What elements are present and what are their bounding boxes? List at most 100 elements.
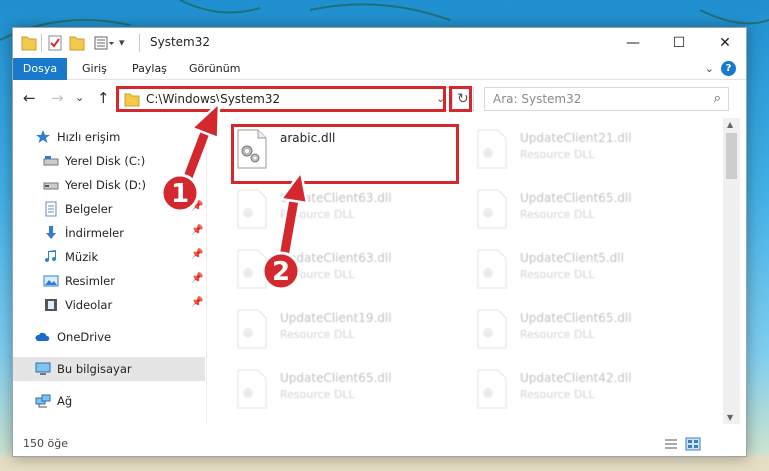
address-highlight-box — [116, 86, 446, 112]
drive-icon — [43, 182, 59, 190]
minimize-button[interactable]: — — [610, 28, 656, 58]
sidebar-item-label: OneDrive — [57, 330, 112, 344]
file-type: Resource DLL — [520, 148, 595, 161]
search-icon[interactable]: ⌕ — [714, 91, 721, 106]
file-name: UpdateClient42.dll — [520, 371, 632, 385]
sidebar-item-label: Yerel Disk (C:) — [65, 154, 146, 168]
pane-splitter[interactable] — [206, 118, 207, 424]
maximize-button[interactable]: ☐ — [656, 28, 702, 58]
tab-giris[interactable]: Giriş — [82, 58, 107, 80]
sidebar-item-videolar[interactable]: Videolar 📌 — [13, 293, 205, 317]
documents-icon — [45, 201, 57, 217]
sidebar-item-disk-c[interactable]: Yerel Disk (C:) — [13, 149, 205, 173]
search-input[interactable]: Ara: System32 — [493, 92, 581, 106]
pin-icon[interactable]: 📌 — [191, 273, 203, 284]
sidebar-item-resimler[interactable]: Resimler 📌 — [13, 269, 205, 293]
sidebar-item-indirmeler[interactable]: İndirmeler 📌 — [13, 221, 205, 245]
file-name: UpdateClient65.dll — [520, 311, 632, 325]
status-bar: 150 öğe — [13, 432, 746, 456]
vertical-scrollbar[interactable]: ▲ ▼ — [723, 118, 740, 424]
scroll-thumb[interactable] — [726, 133, 737, 179]
file-name: UpdateClient65.dll — [280, 371, 392, 385]
navigation-bar: ← → ⌄ ↑ C:\Windows\System32 ⌄ ↻ Ara: Sys… — [13, 80, 746, 118]
sidebar-item-label: Hızlı erişim — [57, 130, 121, 144]
forward-button[interactable]: → — [51, 89, 64, 107]
sidebar-item-muzik[interactable]: Müzik 📌 — [13, 245, 205, 269]
music-icon — [45, 250, 57, 263]
sidebar-item-disk-d[interactable]: Yerel Disk (D:) — [13, 173, 205, 197]
pin-icon[interactable]: 📌 — [191, 201, 203, 212]
sidebar-item-label: Bu bilgisayar — [57, 362, 132, 376]
network-icon — [35, 394, 51, 408]
new-folder-icon[interactable] — [69, 34, 85, 52]
scroll-down-icon[interactable]: ▼ — [727, 413, 733, 422]
file-name: UpdateClient19.dll — [280, 311, 392, 325]
file-type: Resource DLL — [520, 328, 595, 341]
file-name: UpdateClient63.dll — [280, 191, 392, 205]
sidebar-item-belgeler[interactable]: Belgeler 📌 — [13, 197, 205, 221]
dll-file-icon — [237, 369, 267, 409]
pin-icon[interactable]: 📌 — [191, 249, 203, 260]
dll-file-icon — [237, 249, 267, 289]
file-name: UpdateClient21.dll — [520, 131, 632, 145]
file-tile[interactable]: UpdateClient63.dll Resource DLL — [234, 245, 454, 295]
sidebar-item-label: İndirmeler — [65, 226, 124, 240]
sidebar-item-label: Videolar — [65, 298, 113, 312]
file-name: UpdateClient5.dll — [520, 251, 624, 265]
download-icon — [46, 226, 56, 239]
file-tile[interactable]: UpdateClient19.dll Resource DLL — [234, 305, 454, 355]
window-title: System32 — [150, 35, 211, 49]
close-button[interactable]: ✕ — [702, 28, 748, 58]
quick-access-dropdown[interactable]: ▾ — [119, 34, 133, 52]
dll-file-icon — [237, 189, 267, 229]
expand-ribbon-icon[interactable]: ⌄ — [705, 62, 714, 75]
file-name: UpdateClient65.dll — [520, 191, 632, 205]
item-count: 150 öğe — [23, 437, 68, 450]
title-bar: ▾ System32 — ☐ ✕ — [13, 28, 746, 58]
file-tile[interactable]: UpdateClient65.dll Resource DLL — [474, 185, 694, 235]
computer-icon — [35, 362, 51, 375]
toolbar-separator — [41, 34, 42, 52]
recent-locations-button[interactable]: ⌄ — [75, 89, 84, 107]
help-button[interactable]: ? — [721, 61, 736, 76]
file-tile[interactable]: UpdateClient21.dll Resource DLL — [474, 125, 694, 175]
search-box[interactable]: Ara: System32 ⌕ — [484, 87, 729, 111]
file-name: UpdateClient63.dll — [280, 251, 392, 265]
large-icons-view-icon[interactable] — [685, 437, 701, 451]
file-tile[interactable]: UpdateClient65.dll Resource DLL — [474, 305, 694, 355]
customize-list-icon[interactable] — [93, 34, 115, 52]
file-tile[interactable]: UpdateClient63.dll Resource DLL — [234, 185, 454, 235]
file-tile[interactable]: UpdateClient5.dll Resource DLL — [474, 245, 694, 295]
tab-dosya[interactable]: Dosya — [13, 58, 67, 80]
pictures-icon — [43, 275, 59, 287]
sidebar-item-network[interactable]: Ağ — [13, 389, 205, 413]
file-type: Resource DLL — [280, 388, 355, 401]
dll-file-icon — [477, 369, 507, 409]
dll-file-icon — [477, 129, 507, 169]
sidebar-item-this-pc[interactable]: Bu bilgisayar — [13, 357, 205, 381]
details-view-icon[interactable] — [663, 437, 679, 451]
cloud-icon — [35, 332, 50, 341]
sidebar-item-onedrive[interactable]: OneDrive — [13, 325, 205, 349]
file-type: Resource DLL — [520, 208, 595, 221]
videos-icon — [45, 299, 57, 311]
pin-icon[interactable]: 📌 — [191, 225, 203, 236]
explorer-window: ▾ System32 — ☐ ✕ Dosya Giriş Paylaş Görü… — [12, 27, 747, 457]
star-icon — [36, 130, 50, 143]
file-tile[interactable]: UpdateClient65.dll Resource DLL — [234, 365, 454, 415]
file-type: Resource DLL — [520, 268, 595, 281]
sidebar-item-quick-access[interactable]: Hızlı erişim — [13, 125, 205, 149]
drive-icon — [43, 156, 59, 166]
pin-icon[interactable]: 📌 — [191, 297, 203, 308]
scroll-up-icon[interactable]: ▲ — [727, 120, 733, 129]
up-button[interactable]: ↑ — [97, 89, 110, 107]
file-tile[interactable]: UpdateClient42.dll Resource DLL — [474, 365, 694, 415]
tab-gorunum[interactable]: Görünüm — [189, 58, 240, 80]
file-type: Resource DLL — [280, 208, 355, 221]
back-button[interactable]: ← — [23, 89, 36, 107]
dll-file-icon — [477, 249, 507, 289]
tab-paylas[interactable]: Paylaş — [132, 58, 167, 80]
folder-icon — [21, 36, 37, 51]
properties-check-icon[interactable] — [47, 34, 63, 52]
title-separator — [139, 34, 140, 52]
